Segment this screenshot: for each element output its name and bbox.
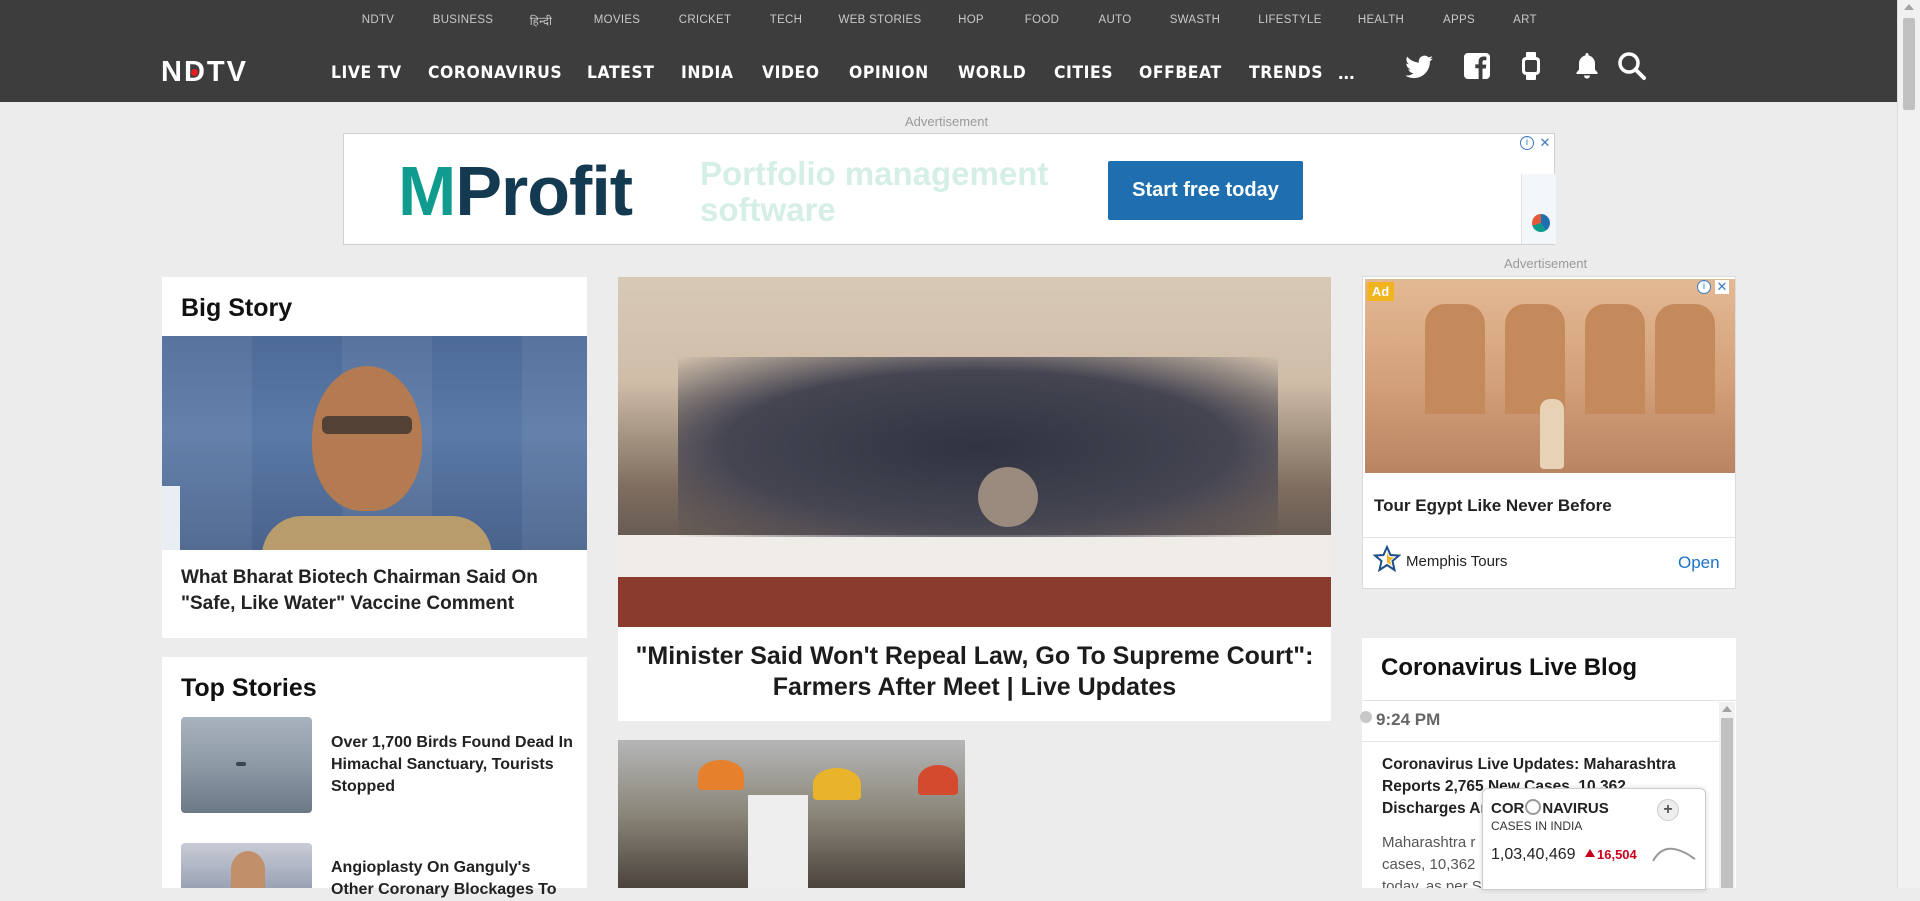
- bell-icon[interactable]: [1571, 50, 1603, 82]
- nav-world[interactable]: WORLD: [958, 63, 1026, 83]
- nav-live-tv[interactable]: LIVE TV: [331, 63, 402, 83]
- big-story-card: Big Story What Bharat Biotech Chairman S…: [162, 277, 587, 638]
- live-blog-heading: Coronavirus Live Blog: [1381, 654, 1638, 681]
- nav-video[interactable]: VIDEO: [762, 63, 820, 83]
- topnav-health[interactable]: HEALTH: [1358, 14, 1404, 26]
- nav-coronavirus[interactable]: CORONAVIRUS: [428, 63, 562, 83]
- topnav-hop[interactable]: HOP: [958, 14, 984, 26]
- timeline-dot: [1360, 711, 1372, 723]
- ndtv-logo[interactable]: NDTV: [161, 58, 287, 87]
- banner-ad[interactable]: MProfit Portfolio management software St…: [343, 133, 1556, 245]
- side-advertisement-label: Advertisement: [1504, 256, 1588, 271]
- more-menu-button[interactable]: ...: [1338, 62, 1355, 85]
- big-story-heading: Big Story: [181, 294, 293, 322]
- virus-icon: [1525, 799, 1542, 815]
- top-nav: NDTV BUSINESS हिन्दी MOVIES CRICKET TECH…: [0, 14, 1898, 30]
- topnav-hindi[interactable]: हिन्दी: [530, 14, 553, 29]
- nav-opinion[interactable]: OPINION: [849, 63, 929, 83]
- site-header: NDTV BUSINESS हिन्दी MOVIES CRICKET TECH…: [0, 0, 1898, 102]
- topnav-web-stories[interactable]: WEB STORIES: [839, 14, 922, 26]
- nav-latest[interactable]: LATEST: [587, 63, 654, 83]
- topnav-swasth[interactable]: SWASTH: [1170, 14, 1221, 26]
- side-ad-divider: [1363, 537, 1735, 538]
- top-story-2-thumbnail[interactable]: [181, 843, 312, 888]
- start-free-button[interactable]: Start free today: [1108, 161, 1303, 220]
- top-story-1-thumbnail[interactable]: [181, 717, 312, 813]
- secondary-story-photo[interactable]: [618, 740, 965, 888]
- topnav-cricket[interactable]: CRICKET: [679, 14, 732, 26]
- logo-dot: [191, 69, 198, 76]
- topnav-tech[interactable]: TECH: [770, 14, 803, 26]
- page-scrollbar[interactable]: [1897, 0, 1920, 888]
- lead-story-photo[interactable]: [618, 277, 1331, 627]
- live-blog-entry-body: Maharashtra r cases, 10,362 today, as pe…: [1382, 834, 1482, 888]
- ad-badge: Ad: [1367, 282, 1394, 301]
- top-stories-card: Top Stories Over 1,700 Birds Found Dead …: [162, 657, 587, 898]
- top-story-1-headline[interactable]: Over 1,700 Birds Found Dead In Himachal …: [331, 732, 576, 798]
- widget-total-cases: 1,03,40,469: [1491, 846, 1576, 863]
- scroll-thumb[interactable]: [1903, 18, 1915, 110]
- side-ad-close-icon[interactable]: ✕: [1715, 280, 1729, 294]
- nav-trends[interactable]: TRENDS: [1249, 63, 1323, 83]
- side-ad-card[interactable]: Ad i ✕ Memphis Tours Open: [1362, 276, 1736, 589]
- nav-cities[interactable]: CITIES: [1054, 63, 1113, 83]
- topnav-apps[interactable]: APPS: [1443, 14, 1475, 26]
- side-ad-photo: [1365, 279, 1735, 473]
- lead-story-card: "Minister Said Won't Repeal Law, Go To S…: [618, 277, 1331, 721]
- side-adchoices-icon[interactable]: i: [1697, 280, 1711, 294]
- scroll-up-icon[interactable]: [1904, 4, 1914, 10]
- lead-story-headline[interactable]: "Minister Said Won't Repeal Law, Go To S…: [632, 641, 1317, 703]
- facebook-icon[interactable]: [1461, 50, 1493, 82]
- smartwatch-icon[interactable]: [1515, 50, 1547, 82]
- search-icon[interactable]: [1616, 50, 1648, 82]
- topnav-auto[interactable]: AUTO: [1099, 14, 1132, 26]
- nav-india[interactable]: INDIA: [681, 63, 734, 83]
- top-stories-heading: Top Stories: [181, 674, 317, 702]
- big-story-headline[interactable]: What Bharat Biotech Chairman Said On "Sa…: [181, 565, 571, 617]
- trend-sparkline: [1652, 847, 1696, 862]
- adchoices-icon[interactable]: i: [1520, 136, 1534, 150]
- advertisement-label: Advertisement: [905, 114, 989, 129]
- topnav-ndtv[interactable]: NDTV: [362, 14, 395, 26]
- increase-arrow-icon: [1585, 849, 1595, 857]
- topnav-lifestyle[interactable]: LIFESTYLE: [1258, 14, 1321, 26]
- ad-tagline: Portfolio management software: [700, 155, 1049, 228]
- topnav-food[interactable]: FOOD: [1025, 14, 1059, 26]
- ad-phone-image: [1521, 174, 1556, 244]
- topnav-business[interactable]: BUSINESS: [433, 14, 494, 26]
- star-logo-icon: [1373, 545, 1401, 573]
- widget-increase: 16,504: [1597, 847, 1637, 862]
- widget-expand-button[interactable]: +: [1657, 799, 1679, 821]
- ad-close-icon[interactable]: ✕: [1538, 136, 1552, 150]
- twitter-icon[interactable]: [1403, 50, 1435, 82]
- topnav-movies[interactable]: MOVIES: [594, 14, 641, 26]
- widget-subtitle: CASES IN INDIA: [1491, 819, 1583, 833]
- mprofit-logo: MProfit: [398, 152, 633, 230]
- live-blog-scrollbar[interactable]: [1719, 702, 1735, 888]
- side-ad-open-button[interactable]: Open: [1678, 553, 1720, 573]
- big-story-photo[interactable]: [162, 336, 587, 550]
- advertiser-name: Memphis Tours: [1406, 553, 1508, 570]
- live-blog-time: 9:24 PM: [1376, 710, 1441, 729]
- topnav-art[interactable]: ART: [1513, 14, 1537, 26]
- covid-cases-widget[interactable]: COR NAVIRUS CASES IN INDIA + 1,03,40,469 …: [1482, 788, 1706, 890]
- nav-offbeat[interactable]: OFFBEAT: [1139, 63, 1222, 83]
- side-ad-title[interactable]: Tour Egypt Like Never Before: [1374, 496, 1612, 516]
- top-story-2-headline[interactable]: Angioplasty On Ganguly's Other Coronary …: [331, 857, 576, 901]
- widget-title: COR NAVIRUS: [1491, 799, 1609, 817]
